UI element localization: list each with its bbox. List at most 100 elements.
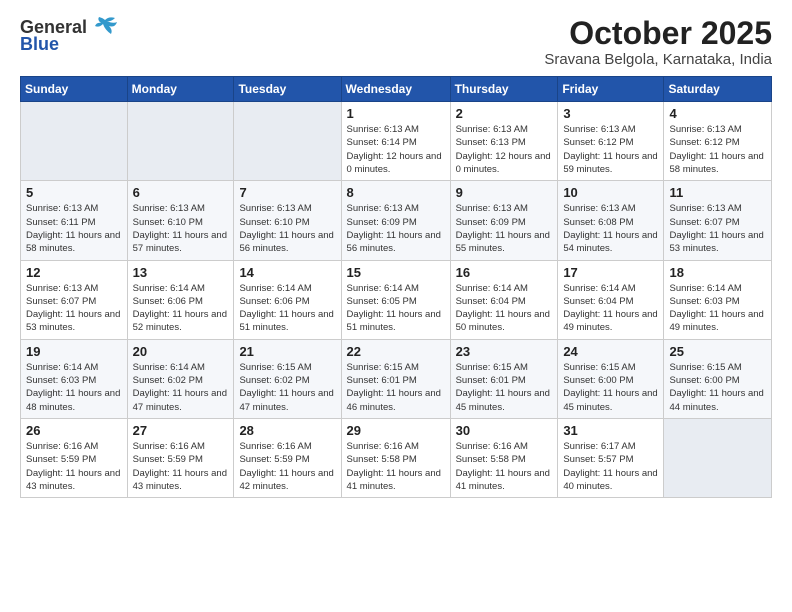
day-number: 10 <box>563 185 658 200</box>
day-info: Sunrise: 6:16 AM Sunset: 5:58 PM Dayligh… <box>456 440 553 493</box>
title-area: October 2025 Sravana Belgola, Karnataka,… <box>544 16 772 68</box>
day-info: Sunrise: 6:13 AM Sunset: 6:13 PM Dayligh… <box>456 123 553 176</box>
day-cell: 14Sunrise: 6:14 AM Sunset: 6:06 PM Dayli… <box>234 260 341 339</box>
day-number: 28 <box>239 423 335 438</box>
month-title: October 2025 <box>544 16 772 51</box>
day-number: 7 <box>239 185 335 200</box>
day-cell: 5 Sunrise: 6:13 AM Sunset: 6:11 PM Daylig… <box>21 181 128 260</box>
header: General Blue October 2025 Sravana Belgol… <box>20 16 772 68</box>
day-cell: 3 Sunrise: 6:13 AM Sunset: 6:12 PM Daylig… <box>558 102 664 181</box>
day-number: 17 <box>563 265 658 280</box>
day-number: 29 <box>347 423 445 438</box>
day-number: 31 <box>563 423 658 438</box>
day-info: Sunrise: 6:15 AM Sunset: 6:01 PM Dayligh… <box>456 361 553 414</box>
day-cell: 9Sunrise: 6:13 AM Sunset: 6:09 PM Daylig… <box>450 181 558 260</box>
day-info: Sunrise: 6:13 AM Sunset: 6:12 PM Dayligh… <box>669 123 766 176</box>
day-info: Sunrise: 6:16 AM Sunset: 5:59 PM Dayligh… <box>26 440 122 493</box>
day-cell: 8 Sunrise: 6:13 AM Sunset: 6:09 PM Daylig… <box>341 181 450 260</box>
day-number: 22 <box>347 344 445 359</box>
day-cell: 22 Sunrise: 6:15 AM Sunset: 6:01 PM Dayli… <box>341 339 450 418</box>
week-row-3: 12 Sunrise: 6:13 AM Sunset: 6:07 PM Dayli… <box>21 260 772 339</box>
day-info: Sunrise: 6:13 AM Sunset: 6:10 PM Dayligh… <box>133 202 229 255</box>
calendar-header-row: SundayMondayTuesdayWednesdayThursdayFrid… <box>21 77 772 102</box>
day-info: Sunrise: 6:16 AM Sunset: 5:58 PM Dayligh… <box>347 440 445 493</box>
day-info: Sunrise: 6:13 AM Sunset: 6:10 PM Dayligh… <box>239 202 335 255</box>
day-cell: 6 Sunrise: 6:13 AM Sunset: 6:10 PM Daylig… <box>127 181 234 260</box>
day-number: 26 <box>26 423 122 438</box>
day-info: Sunrise: 6:13 AM Sunset: 6:07 PM Dayligh… <box>669 202 766 255</box>
day-cell <box>664 418 772 497</box>
day-number: 20 <box>133 344 229 359</box>
day-number: 16 <box>456 265 553 280</box>
day-info: Sunrise: 6:16 AM Sunset: 5:59 PM Dayligh… <box>239 440 335 493</box>
day-info: Sunrise: 6:17 AM Sunset: 5:57 PM Dayligh… <box>563 440 658 493</box>
day-cell: 28 Sunrise: 6:16 AM Sunset: 5:59 PM Dayli… <box>234 418 341 497</box>
day-info: Sunrise: 6:15 AM Sunset: 6:01 PM Dayligh… <box>347 361 445 414</box>
day-cell: 12 Sunrise: 6:13 AM Sunset: 6:07 PM Dayli… <box>21 260 128 339</box>
day-number: 19 <box>26 344 122 359</box>
header-wednesday: Wednesday <box>341 77 450 102</box>
day-info: Sunrise: 6:13 AM Sunset: 6:12 PM Dayligh… <box>563 123 658 176</box>
day-number: 6 <box>133 185 229 200</box>
day-cell <box>234 102 341 181</box>
day-cell: 2 Sunrise: 6:13 AM Sunset: 6:13 PM Daylig… <box>450 102 558 181</box>
day-cell: 30 Sunrise: 6:16 AM Sunset: 5:58 PM Dayli… <box>450 418 558 497</box>
day-cell: 11Sunrise: 6:13 AM Sunset: 6:07 PM Dayli… <box>664 181 772 260</box>
day-number: 23 <box>456 344 553 359</box>
day-number: 14 <box>239 265 335 280</box>
header-monday: Monday <box>127 77 234 102</box>
day-cell: 15 Sunrise: 6:14 AM Sunset: 6:05 PM Dayli… <box>341 260 450 339</box>
day-number: 12 <box>26 265 122 280</box>
day-number: 24 <box>563 344 658 359</box>
day-number: 13 <box>133 265 229 280</box>
day-number: 30 <box>456 423 553 438</box>
day-info: Sunrise: 6:13 AM Sunset: 6:14 PM Dayligh… <box>347 123 445 176</box>
day-cell <box>127 102 234 181</box>
day-number: 5 <box>26 185 122 200</box>
day-number: 18 <box>669 265 766 280</box>
location-title: Sravana Belgola, Karnataka, India <box>544 51 772 68</box>
day-cell: 24 Sunrise: 6:15 AM Sunset: 6:00 PM Dayli… <box>558 339 664 418</box>
header-thursday: Thursday <box>450 77 558 102</box>
day-number: 2 <box>456 106 553 121</box>
day-number: 8 <box>347 185 445 200</box>
day-cell: 13Sunrise: 6:14 AM Sunset: 6:06 PM Dayli… <box>127 260 234 339</box>
day-info: Sunrise: 6:15 AM Sunset: 6:00 PM Dayligh… <box>563 361 658 414</box>
day-info: Sunrise: 6:13 AM Sunset: 6:09 PM Dayligh… <box>456 202 553 255</box>
day-cell <box>21 102 128 181</box>
day-info: Sunrise: 6:13 AM Sunset: 6:09 PM Dayligh… <box>347 202 445 255</box>
day-info: Sunrise: 6:13 AM Sunset: 6:11 PM Dayligh… <box>26 202 122 255</box>
calendar-table: SundayMondayTuesdayWednesdayThursdayFrid… <box>20 76 772 498</box>
header-saturday: Saturday <box>664 77 772 102</box>
day-cell: 25 Sunrise: 6:15 AM Sunset: 6:00 PM Dayli… <box>664 339 772 418</box>
day-number: 1 <box>347 106 445 121</box>
day-number: 4 <box>669 106 766 121</box>
day-cell: 4 Sunrise: 6:13 AM Sunset: 6:12 PM Daylig… <box>664 102 772 181</box>
day-number: 27 <box>133 423 229 438</box>
day-info: Sunrise: 6:14 AM Sunset: 6:04 PM Dayligh… <box>563 282 658 335</box>
day-info: Sunrise: 6:13 AM Sunset: 6:07 PM Dayligh… <box>26 282 122 335</box>
day-cell: 17 Sunrise: 6:14 AM Sunset: 6:04 PM Dayli… <box>558 260 664 339</box>
header-tuesday: Tuesday <box>234 77 341 102</box>
day-info: Sunrise: 6:16 AM Sunset: 5:59 PM Dayligh… <box>133 440 229 493</box>
week-row-5: 26 Sunrise: 6:16 AM Sunset: 5:59 PM Dayli… <box>21 418 772 497</box>
day-number: 25 <box>669 344 766 359</box>
day-number: 21 <box>239 344 335 359</box>
day-cell: 23 Sunrise: 6:15 AM Sunset: 6:01 PM Dayli… <box>450 339 558 418</box>
logo-bird-icon <box>91 16 119 38</box>
header-friday: Friday <box>558 77 664 102</box>
day-cell: 10 Sunrise: 6:13 AM Sunset: 6:08 PM Dayli… <box>558 181 664 260</box>
page: General Blue October 2025 Sravana Belgol… <box>0 0 792 612</box>
day-info: Sunrise: 6:15 AM Sunset: 6:02 PM Dayligh… <box>239 361 335 414</box>
day-number: 15 <box>347 265 445 280</box>
logo-blue-text: Blue <box>20 34 59 55</box>
day-cell: 29 Sunrise: 6:16 AM Sunset: 5:58 PM Dayli… <box>341 418 450 497</box>
day-info: Sunrise: 6:15 AM Sunset: 6:00 PM Dayligh… <box>669 361 766 414</box>
day-info: Sunrise: 6:14 AM Sunset: 6:05 PM Dayligh… <box>347 282 445 335</box>
day-cell: 21 Sunrise: 6:15 AM Sunset: 6:02 PM Dayli… <box>234 339 341 418</box>
day-number: 3 <box>563 106 658 121</box>
day-cell: 7 Sunrise: 6:13 AM Sunset: 6:10 PM Daylig… <box>234 181 341 260</box>
day-info: Sunrise: 6:14 AM Sunset: 6:02 PM Dayligh… <box>133 361 229 414</box>
day-info: Sunrise: 6:13 AM Sunset: 6:08 PM Dayligh… <box>563 202 658 255</box>
day-cell: 18Sunrise: 6:14 AM Sunset: 6:03 PM Dayli… <box>664 260 772 339</box>
